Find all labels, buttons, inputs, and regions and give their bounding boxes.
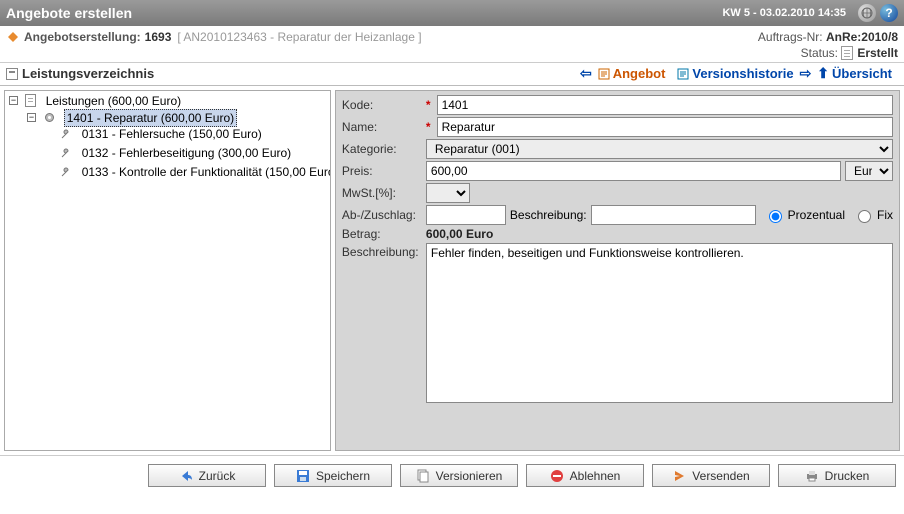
print-icon xyxy=(805,469,819,483)
required-marker: * xyxy=(426,98,431,112)
label-kode: Kode: xyxy=(342,98,422,112)
input-abzuschlag[interactable] xyxy=(426,205,506,225)
input-name[interactable] xyxy=(437,117,893,137)
status-value: Erstellt xyxy=(857,46,898,60)
tree-node-0131[interactable]: 0131 - Fehlersuche (150,00 Euro) xyxy=(80,126,264,142)
titlebar: Angebote erstellen KW 5 - 03.02.2010 14:… xyxy=(0,0,904,26)
section-title: Leistungsverzeichnis xyxy=(22,66,154,81)
radio-prozentual[interactable]: Prozentual xyxy=(764,207,845,223)
select-preis-unit[interactable]: Euro xyxy=(845,161,893,181)
save-icon xyxy=(296,469,310,483)
input-beschreibung-inline[interactable] xyxy=(591,205,756,225)
offer-icon xyxy=(6,30,20,44)
tree-toggle[interactable]: − xyxy=(27,113,36,122)
label-abzuschlag: Ab-/Zuschlag: xyxy=(342,208,422,222)
angebots-id: 1693 xyxy=(145,30,172,44)
link-versionshistorie[interactable]: Versionshistorie xyxy=(677,66,793,81)
help-icon[interactable]: ? xyxy=(880,4,898,22)
auftrag-value: AnRe:2010/8 xyxy=(826,30,898,44)
tree-root[interactable]: Leistungen (600,00 Euro) xyxy=(44,93,183,109)
clock-text: KW 5 - 03.02.2010 14:35 xyxy=(722,7,846,19)
label-betrag: Betrag: xyxy=(342,227,422,241)
tree-node-0132[interactable]: 0132 - Fehlerbeseitigung (300,00 Euro) xyxy=(80,145,293,161)
page-icon xyxy=(25,94,36,107)
list-icon xyxy=(6,68,18,80)
send-icon xyxy=(672,469,686,483)
input-preis[interactable] xyxy=(426,161,841,181)
button-bar: Zurück Speichern Versionieren Ablehnen V… xyxy=(0,456,904,497)
arrow-up-icon: ⬆ xyxy=(817,65,829,82)
section-header: Leistungsverzeichnis ⇦ Angebot Versionsh… xyxy=(0,63,904,86)
wrench-icon xyxy=(59,166,72,179)
button-drucken[interactable]: Drucken xyxy=(778,464,896,487)
radio-prozentual-input[interactable] xyxy=(769,210,782,223)
wrench-icon xyxy=(59,128,72,141)
tree-node-0133[interactable]: 0133 - Kontrolle der Funktionalität (150… xyxy=(80,164,331,180)
button-ablehnen[interactable]: Ablehnen xyxy=(526,464,644,487)
gear-icon xyxy=(43,111,56,124)
arrow-left-icon[interactable]: ⇦ xyxy=(580,65,592,82)
link-angebot[interactable]: Angebot xyxy=(598,66,666,81)
link-uebersicht[interactable]: ⬆ Übersicht xyxy=(817,65,892,82)
tree-panel: − Leistungen (600,00 Euro) − 1401 - Repa… xyxy=(4,90,331,451)
wrench-icon xyxy=(59,147,72,160)
select-kategorie[interactable]: Reparatur (001) xyxy=(426,139,893,159)
textarea-beschreibung[interactable] xyxy=(426,243,893,403)
app-title: Angebote erstellen xyxy=(6,5,132,21)
back-icon xyxy=(179,469,193,483)
reject-icon xyxy=(550,469,564,483)
select-mwst[interactable] xyxy=(426,183,470,203)
button-speichern[interactable]: Speichern xyxy=(274,464,392,487)
status-label: Status: xyxy=(801,46,838,60)
content: − Leistungen (600,00 Euro) − 1401 - Repa… xyxy=(0,86,904,456)
button-versionieren[interactable]: Versionieren xyxy=(400,464,518,487)
label-beschreibung: Beschreibung: xyxy=(342,243,422,259)
auftrag-label: Auftrags-Nr: xyxy=(758,30,823,44)
form-panel: Kode: * Name: * Kategorie: Reparatur (00… xyxy=(335,90,900,451)
input-kode[interactable] xyxy=(437,95,893,115)
angebots-label: Angebotserstellung: xyxy=(24,30,141,44)
angebots-ref: [ AN2010123463 - Reparatur der Heizanlag… xyxy=(177,30,421,44)
label-beschreibung-inline: Beschreibung: xyxy=(510,208,587,222)
arrow-right-icon[interactable]: ⇨ xyxy=(800,65,812,82)
tree-node-1401[interactable]: 1401 - Reparatur (600,00 Euro) xyxy=(64,109,237,127)
betrag-value: 600,00 Euro xyxy=(426,227,493,241)
tree-toggle[interactable]: − xyxy=(9,96,18,105)
button-versenden[interactable]: Versenden xyxy=(652,464,770,487)
radio-fix-input[interactable] xyxy=(858,210,871,223)
button-zurueck[interactable]: Zurück xyxy=(148,464,266,487)
subheader: Angebotserstellung: 1693 [ AN2010123463 … xyxy=(0,26,904,63)
globe-icon[interactable] xyxy=(858,4,876,22)
required-marker: * xyxy=(426,120,431,134)
document-icon xyxy=(841,46,853,60)
version-icon xyxy=(416,469,430,483)
label-mwst: MwSt.[%]: xyxy=(342,186,422,200)
label-name: Name: xyxy=(342,120,422,134)
label-preis: Preis: xyxy=(342,164,422,178)
label-kategorie: Kategorie: xyxy=(342,142,422,156)
radio-fix[interactable]: Fix xyxy=(853,207,893,223)
